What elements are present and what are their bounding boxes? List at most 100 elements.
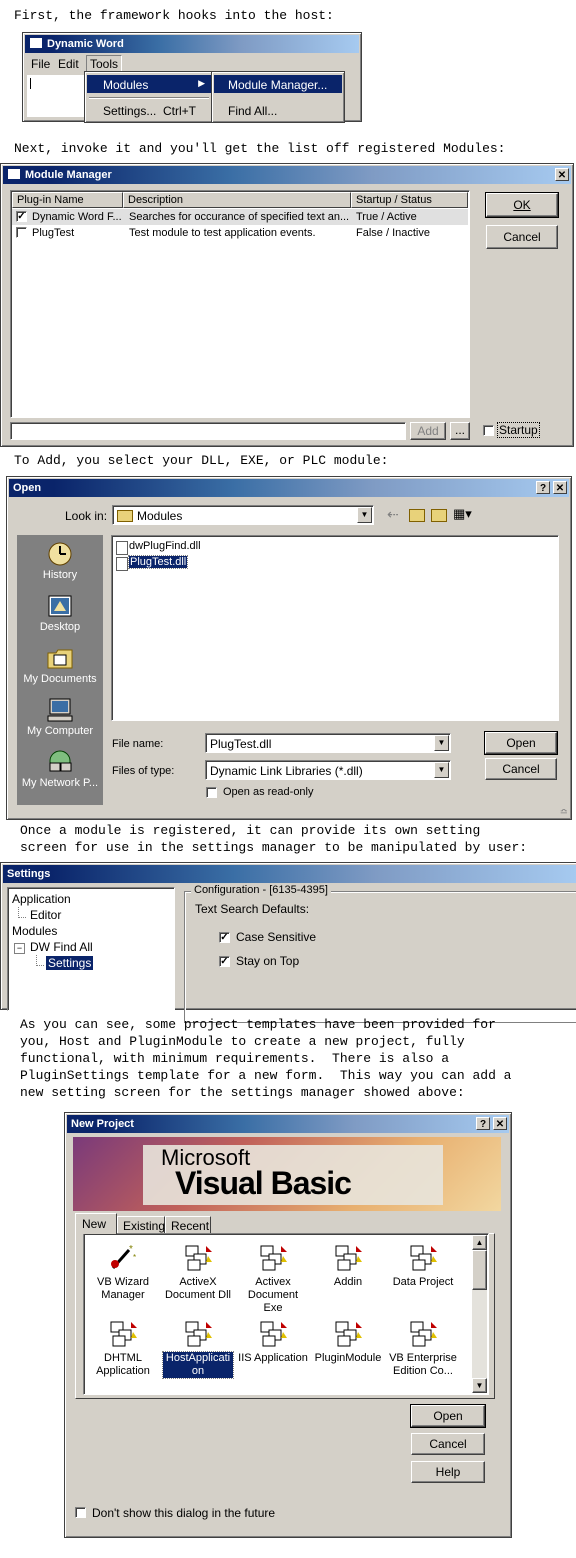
dont-show-checkbox[interactable] (75, 1507, 86, 1518)
chevron-down-icon[interactable]: ▼ (357, 507, 372, 523)
place-history[interactable]: History (17, 541, 103, 581)
folder-icon (117, 510, 133, 522)
vertical-scrollbar[interactable]: ▲ ▼ (472, 1235, 487, 1393)
caption-templates-line5: new setting screen for the settings mana… (20, 1085, 465, 1100)
open-dialog: Open ? ✕ Look in: Modules ▼ ⇠ ▦▾ History… (6, 476, 572, 820)
template-activex-document-dll[interactable]: ActiveX Document Dll (163, 1242, 233, 1302)
file-name-label: File name: (112, 738, 164, 750)
menu-item-module-manager[interactable]: Module Manager... (214, 75, 342, 93)
menu-file[interactable]: File (31, 57, 50, 71)
module-path-input[interactable] (10, 422, 406, 440)
editor-area[interactable] (27, 75, 87, 117)
my-documents-icon (47, 649, 73, 669)
close-button[interactable]: ✕ (555, 168, 569, 181)
tree-item-editor[interactable]: Editor (30, 908, 61, 922)
template-vb-wizard-manager[interactable]: * * VB Wizard Manager (88, 1242, 158, 1302)
template-vb-enterprise-edition[interactable]: VB Enterprise Edition Co... (388, 1318, 458, 1378)
menu-item-find-all[interactable]: Find All... (214, 101, 342, 119)
back-icon[interactable]: ⇠ (387, 506, 399, 523)
module-manager-titlebar[interactable]: Module Manager ✕ (3, 166, 571, 184)
cancel-button-label: Cancel (503, 230, 541, 244)
project-template-icon (110, 1321, 137, 1347)
menu-edit[interactable]: Edit (58, 57, 79, 71)
table-row[interactable]: ✓ Dynamic Word F... Searches for occuran… (12, 209, 468, 225)
file-list[interactable]: dwPlugFind.dll PlugTest.dll (111, 535, 559, 721)
scroll-up-button[interactable]: ▲ (472, 1235, 487, 1250)
column-header-plugin-name[interactable]: Plug-in Name (12, 192, 123, 208)
row-status: True / Active (356, 211, 417, 223)
view-menu-icon[interactable]: ▦▾ (453, 506, 472, 522)
tree-item-application[interactable]: Application (12, 892, 71, 906)
row-checkbox[interactable]: ✓ (16, 211, 27, 222)
place-my-computer[interactable]: My Computer (17, 697, 103, 737)
template-host-application[interactable]: HostApplication (162, 1318, 234, 1379)
template-activex-document-exe[interactable]: Activex Document Exe (238, 1242, 308, 1315)
open-button[interactable]: Open (484, 731, 558, 755)
file-name: dwPlugFind.dll (129, 540, 201, 552)
tree-item-settings[interactable]: Settings (46, 956, 94, 970)
caption-templates-line2: you, Host and PluginModule to create a n… (20, 1034, 465, 1049)
settings-titlebar[interactable]: Settings (3, 865, 576, 883)
open-dialog-titlebar[interactable]: Open ? ✕ (9, 479, 569, 497)
dynamic-word-titlebar[interactable]: Dynamic Word (25, 35, 359, 53)
look-in-select[interactable]: Modules ▼ (112, 505, 374, 525)
menu-item-modules-label: Modules (103, 78, 149, 92)
browse-button[interactable]: ... (450, 422, 470, 440)
place-my-network[interactable]: My Network P... (17, 749, 103, 789)
new-project-titlebar[interactable]: New Project ? ✕ (67, 1115, 509, 1133)
tab-new[interactable]: New (75, 1213, 117, 1234)
template-addin[interactable]: Addin (313, 1242, 383, 1289)
open-button[interactable]: Open (410, 1404, 486, 1428)
place-my-documents[interactable]: My Documents (17, 645, 103, 685)
help-button-main[interactable]: Help (411, 1461, 485, 1483)
menu-item-modules[interactable]: Modules ▶ (87, 75, 211, 93)
file-name-input[interactable]: PlugTest.dll ▼ (205, 733, 451, 753)
tree-item-modules[interactable]: Modules (12, 924, 57, 938)
module-list[interactable]: Plug-in Name Description Startup / Statu… (10, 190, 470, 418)
template-data-project[interactable]: Data Project (388, 1242, 458, 1289)
menu-item-settings[interactable]: Settings... Ctrl+T (87, 101, 211, 119)
add-button-label: Add (417, 424, 439, 438)
cancel-button[interactable]: Cancel (485, 758, 557, 780)
tab-recent[interactable]: Recent (165, 1216, 211, 1234)
resize-grip-icon[interactable]: ≏ (560, 807, 568, 818)
help-button[interactable]: ? (536, 481, 550, 494)
expand-toggle-icon[interactable]: − (14, 943, 25, 954)
cancel-button[interactable]: Cancel (411, 1433, 485, 1455)
table-row[interactable]: PlugTest Test module to test application… (12, 225, 468, 241)
stay-on-top-checkbox[interactable]: ✓ (219, 956, 230, 967)
scroll-down-button[interactable]: ▼ (472, 1378, 487, 1393)
help-button[interactable]: ? (476, 1117, 490, 1130)
window-title: New Project (71, 1118, 134, 1130)
startup-checkbox[interactable] (483, 425, 494, 436)
look-in-value: Modules (137, 509, 183, 523)
column-header-description[interactable]: Description (123, 192, 351, 208)
close-button[interactable]: ✕ (553, 481, 567, 494)
files-of-type-select[interactable]: Dynamic Link Libraries (*.dll) ▼ (205, 760, 451, 780)
read-only-checkbox[interactable] (206, 787, 217, 798)
caption-templates-line4: PluginSettings template for a new form. … (20, 1068, 512, 1083)
chevron-down-icon[interactable]: ▼ (434, 762, 449, 778)
template-iis-application[interactable]: IIS Application (238, 1318, 308, 1365)
column-header-status[interactable]: Startup / Status (351, 192, 468, 208)
ok-button[interactable]: OK (485, 192, 559, 218)
chevron-down-icon[interactable]: ▼ (434, 735, 449, 751)
tab-existing[interactable]: Existing (117, 1216, 165, 1234)
window-title: Dynamic Word (47, 38, 124, 50)
up-folder-icon[interactable] (409, 509, 425, 522)
template-list[interactable]: * * VB Wizard Manager ActiveX Document Dl… (83, 1233, 489, 1395)
project-template-icon (335, 1245, 362, 1271)
close-button[interactable]: ✕ (493, 1117, 507, 1130)
template-dhtml-application[interactable]: DHTML Application (88, 1318, 158, 1378)
add-button[interactable]: Add (410, 422, 446, 440)
row-description: Searches for occurance of specified text… (129, 211, 350, 223)
tree-item-dw-find-all[interactable]: DW Find All (30, 940, 93, 954)
case-sensitive-checkbox[interactable]: ✓ (219, 932, 230, 943)
new-folder-icon[interactable] (431, 509, 447, 522)
settings-tree[interactable]: Application Editor Modules − DW Find All… (7, 887, 175, 1011)
scroll-thumb[interactable] (472, 1250, 487, 1290)
row-checkbox[interactable] (16, 227, 27, 238)
template-plugin-module[interactable]: PluginModule (313, 1318, 383, 1365)
place-desktop[interactable]: Desktop (17, 593, 103, 633)
cancel-button[interactable]: Cancel (486, 225, 558, 249)
